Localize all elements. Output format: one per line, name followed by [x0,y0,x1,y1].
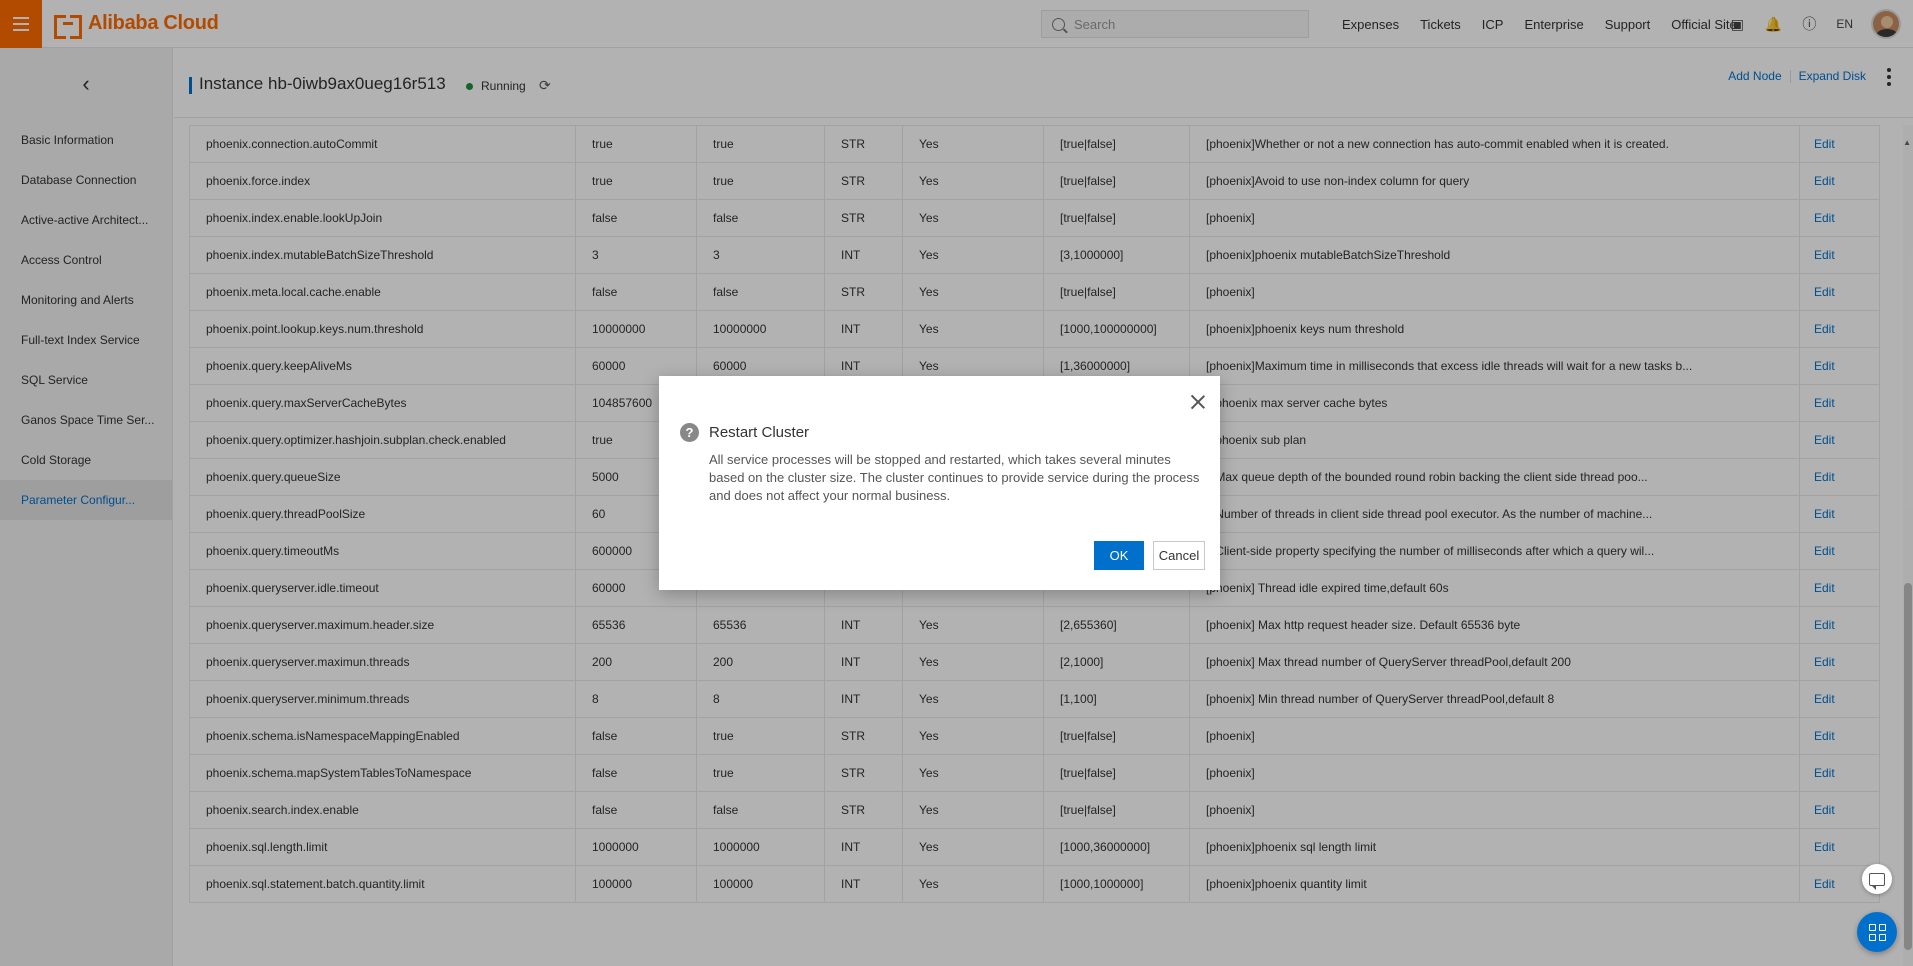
dialog-title: Restart Cluster [709,424,810,441]
cancel-button[interactable]: Cancel [1153,541,1205,570]
question-icon: ? [680,423,699,442]
close-icon[interactable] [1190,394,1206,410]
app-grid-button[interactable] [1857,912,1897,952]
ok-button[interactable]: OK [1094,541,1144,570]
chat-support-button[interactable] [1862,864,1892,894]
restart-cluster-dialog: ? Restart Cluster All service processes … [659,376,1220,590]
chat-bubble-icon [1869,872,1885,890]
dialog-message: All service processes will be stopped an… [709,452,1200,503]
